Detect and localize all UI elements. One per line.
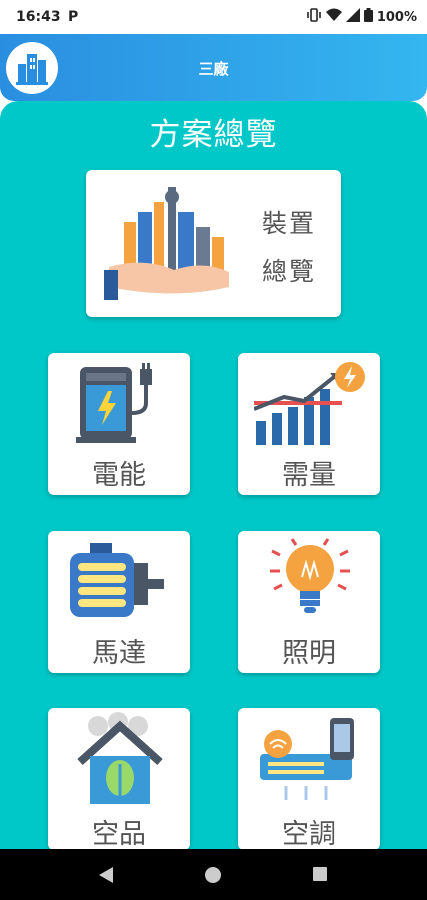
vibrate-icon (306, 8, 322, 26)
tile-motor[interactable]: 馬達 (48, 531, 190, 673)
wifi-icon (325, 8, 342, 26)
battery-percent: 100% (376, 9, 417, 25)
tile-label: 空品 (92, 819, 146, 850)
signal-icon (345, 8, 360, 26)
tile-air-conditioner[interactable]: 空調 (238, 708, 380, 850)
motor-icon (68, 541, 168, 629)
tile-label: 空調 (282, 819, 336, 850)
city-in-hand-icon (104, 182, 239, 306)
tile-demand[interactable]: 需量 (238, 353, 380, 495)
notification-p-icon: P (68, 9, 79, 25)
status-bar: 16:43 P 100% (0, 0, 427, 34)
tile-label: 需量 (282, 460, 336, 491)
header-title: 三廠 (198, 60, 229, 78)
main-panel: 方案總覽 裝置 總覽 電能 需量 馬達 照明 空品 空調 (0, 101, 427, 861)
tile-label: 馬達 (92, 638, 146, 669)
light-bulb-icon (262, 537, 358, 631)
device-overview-card[interactable]: 裝置 總覽 (86, 170, 341, 317)
app-header: 三廠 (0, 34, 427, 101)
home-icon[interactable] (204, 866, 222, 888)
tile-air-quality[interactable]: 空品 (48, 708, 190, 850)
overview-label-line1: 裝置 (262, 209, 317, 238)
battery-icon (363, 8, 373, 26)
back-icon[interactable] (97, 866, 115, 888)
air-conditioner-icon (256, 716, 366, 812)
status-time: 16:43 (16, 9, 61, 25)
tile-lighting[interactable]: 照明 (238, 531, 380, 673)
system-navigation-bar (0, 849, 427, 900)
demand-chart-icon (253, 361, 366, 451)
recents-icon[interactable] (312, 866, 328, 886)
page-title: 方案總覽 (149, 117, 278, 153)
tile-label: 照明 (282, 638, 336, 669)
app-screen: 三廠 方案總覽 裝置 總覽 電能 需量 馬達 照明 空品 空調 (0, 34, 427, 861)
overview-label-line2: 總覽 (262, 257, 317, 286)
ev-charger-icon (76, 363, 166, 449)
tile-label: 電能 (92, 460, 146, 491)
air-quality-house-icon (74, 712, 166, 812)
tile-energy[interactable]: 電能 (48, 353, 190, 495)
overview-label: 裝置 總覽 (262, 200, 316, 296)
